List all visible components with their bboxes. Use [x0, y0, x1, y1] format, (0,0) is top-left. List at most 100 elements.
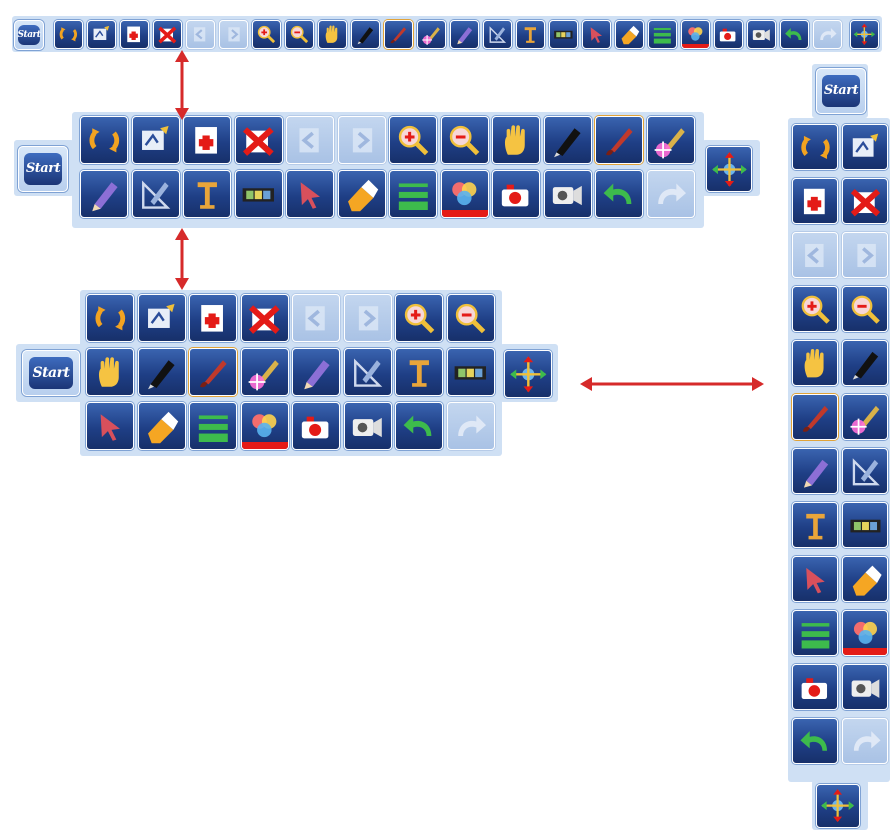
ruler-pen-button[interactable]	[343, 348, 392, 396]
pan-button[interactable]	[792, 340, 838, 386]
screen-strip-button[interactable]	[842, 502, 888, 548]
capture-button[interactable]	[792, 664, 838, 710]
capture-button[interactable]	[292, 402, 340, 450]
undo-button[interactable]	[595, 170, 643, 218]
redo-button[interactable]	[646, 170, 695, 218]
start-button[interactable]: Start	[18, 146, 68, 192]
zoom-out-button[interactable]	[285, 20, 314, 49]
text-button[interactable]	[792, 502, 838, 548]
new-page-button[interactable]	[189, 294, 237, 342]
record-button[interactable]	[842, 664, 888, 710]
new-page-button[interactable]	[183, 116, 231, 164]
line-width-button[interactable]	[792, 610, 838, 656]
magic-brush-button[interactable]	[842, 394, 888, 440]
zoom-in-button[interactable]	[389, 116, 437, 164]
redo-button[interactable]	[842, 718, 888, 764]
select-button[interactable]	[792, 556, 838, 602]
brush-button[interactable]	[384, 20, 413, 49]
screen-strip-button[interactable]	[549, 20, 578, 49]
capture-button[interactable]	[492, 170, 540, 218]
eraser-button[interactable]	[337, 170, 386, 218]
previous-page-button[interactable]	[292, 294, 340, 342]
select-button[interactable]	[286, 170, 334, 218]
magic-brush-button[interactable]	[417, 20, 446, 49]
color-button[interactable]	[240, 402, 289, 450]
magic-brush-button[interactable]	[240, 348, 289, 396]
line-width-button[interactable]	[389, 170, 437, 218]
shape-recognition-button[interactable]	[137, 294, 186, 342]
previous-page-button[interactable]	[286, 116, 334, 164]
record-button[interactable]	[343, 402, 392, 450]
pencil-button[interactable]	[792, 448, 838, 494]
undo-button[interactable]	[792, 718, 838, 764]
zoom-in-button[interactable]	[395, 294, 443, 342]
color-button[interactable]	[440, 170, 489, 218]
delete-page-button[interactable]	[842, 178, 888, 224]
eraser-button[interactable]	[615, 20, 644, 49]
ruler-pen-button[interactable]	[483, 20, 512, 49]
eraser-button[interactable]	[137, 402, 186, 450]
pencil-button[interactable]	[292, 348, 340, 396]
redo-button[interactable]	[446, 402, 495, 450]
clear-button[interactable]	[54, 20, 83, 49]
color-button[interactable]	[842, 610, 888, 656]
previous-page-button[interactable]	[792, 232, 838, 278]
next-page-button[interactable]	[219, 20, 248, 49]
expand-button[interactable]	[850, 20, 879, 49]
expand-button[interactable]	[504, 350, 552, 398]
capture-button[interactable]	[714, 20, 743, 49]
shape-recognition-button[interactable]	[842, 124, 888, 170]
screen-strip-button[interactable]	[446, 348, 495, 396]
line-width-button[interactable]	[648, 20, 677, 49]
delete-page-button[interactable]	[240, 294, 289, 342]
next-page-button[interactable]	[842, 232, 888, 278]
text-button[interactable]	[516, 20, 545, 49]
zoom-in-button[interactable]	[252, 20, 281, 49]
pan-button[interactable]	[492, 116, 540, 164]
undo-button[interactable]	[395, 402, 443, 450]
zoom-out-button[interactable]	[446, 294, 495, 342]
pen-button[interactable]	[351, 20, 380, 49]
select-button[interactable]	[86, 402, 134, 450]
expand-button[interactable]	[706, 146, 752, 192]
ruler-pen-button[interactable]	[842, 448, 888, 494]
undo-button[interactable]	[780, 20, 809, 49]
zoom-in-button[interactable]	[792, 286, 838, 332]
select-button[interactable]	[582, 20, 611, 49]
delete-page-button[interactable]	[153, 20, 182, 49]
delete-page-button[interactable]	[234, 116, 283, 164]
pencil-button[interactable]	[80, 170, 128, 218]
color-button[interactable]	[681, 20, 710, 49]
line-width-button[interactable]	[189, 402, 237, 450]
record-button[interactable]	[543, 170, 592, 218]
zoom-out-button[interactable]	[842, 286, 888, 332]
new-page-button[interactable]	[792, 178, 838, 224]
ruler-pen-button[interactable]	[131, 170, 180, 218]
zoom-out-button[interactable]	[440, 116, 489, 164]
pen-button[interactable]	[842, 340, 888, 386]
previous-page-button[interactable]	[186, 20, 215, 49]
clear-button[interactable]	[792, 124, 838, 170]
magic-brush-button[interactable]	[646, 116, 695, 164]
brush-button[interactable]	[189, 348, 237, 396]
clear-button[interactable]	[86, 294, 134, 342]
eraser-button[interactable]	[842, 556, 888, 602]
pen-button[interactable]	[137, 348, 186, 396]
brush-button[interactable]	[792, 394, 838, 440]
next-page-button[interactable]	[337, 116, 386, 164]
start-button[interactable]: Start	[22, 350, 80, 396]
new-page-button[interactable]	[120, 20, 149, 49]
screen-strip-button[interactable]	[234, 170, 283, 218]
shape-recognition-button[interactable]	[87, 20, 116, 49]
text-button[interactable]	[183, 170, 231, 218]
start-button[interactable]: Start	[14, 20, 44, 50]
brush-button[interactable]	[595, 116, 643, 164]
pan-button[interactable]	[318, 20, 347, 49]
clear-button[interactable]	[80, 116, 128, 164]
next-page-button[interactable]	[343, 294, 392, 342]
redo-button[interactable]	[813, 20, 842, 49]
pencil-button[interactable]	[450, 20, 479, 49]
pan-button[interactable]	[86, 348, 134, 396]
text-button[interactable]	[395, 348, 443, 396]
shape-recognition-button[interactable]	[131, 116, 180, 164]
